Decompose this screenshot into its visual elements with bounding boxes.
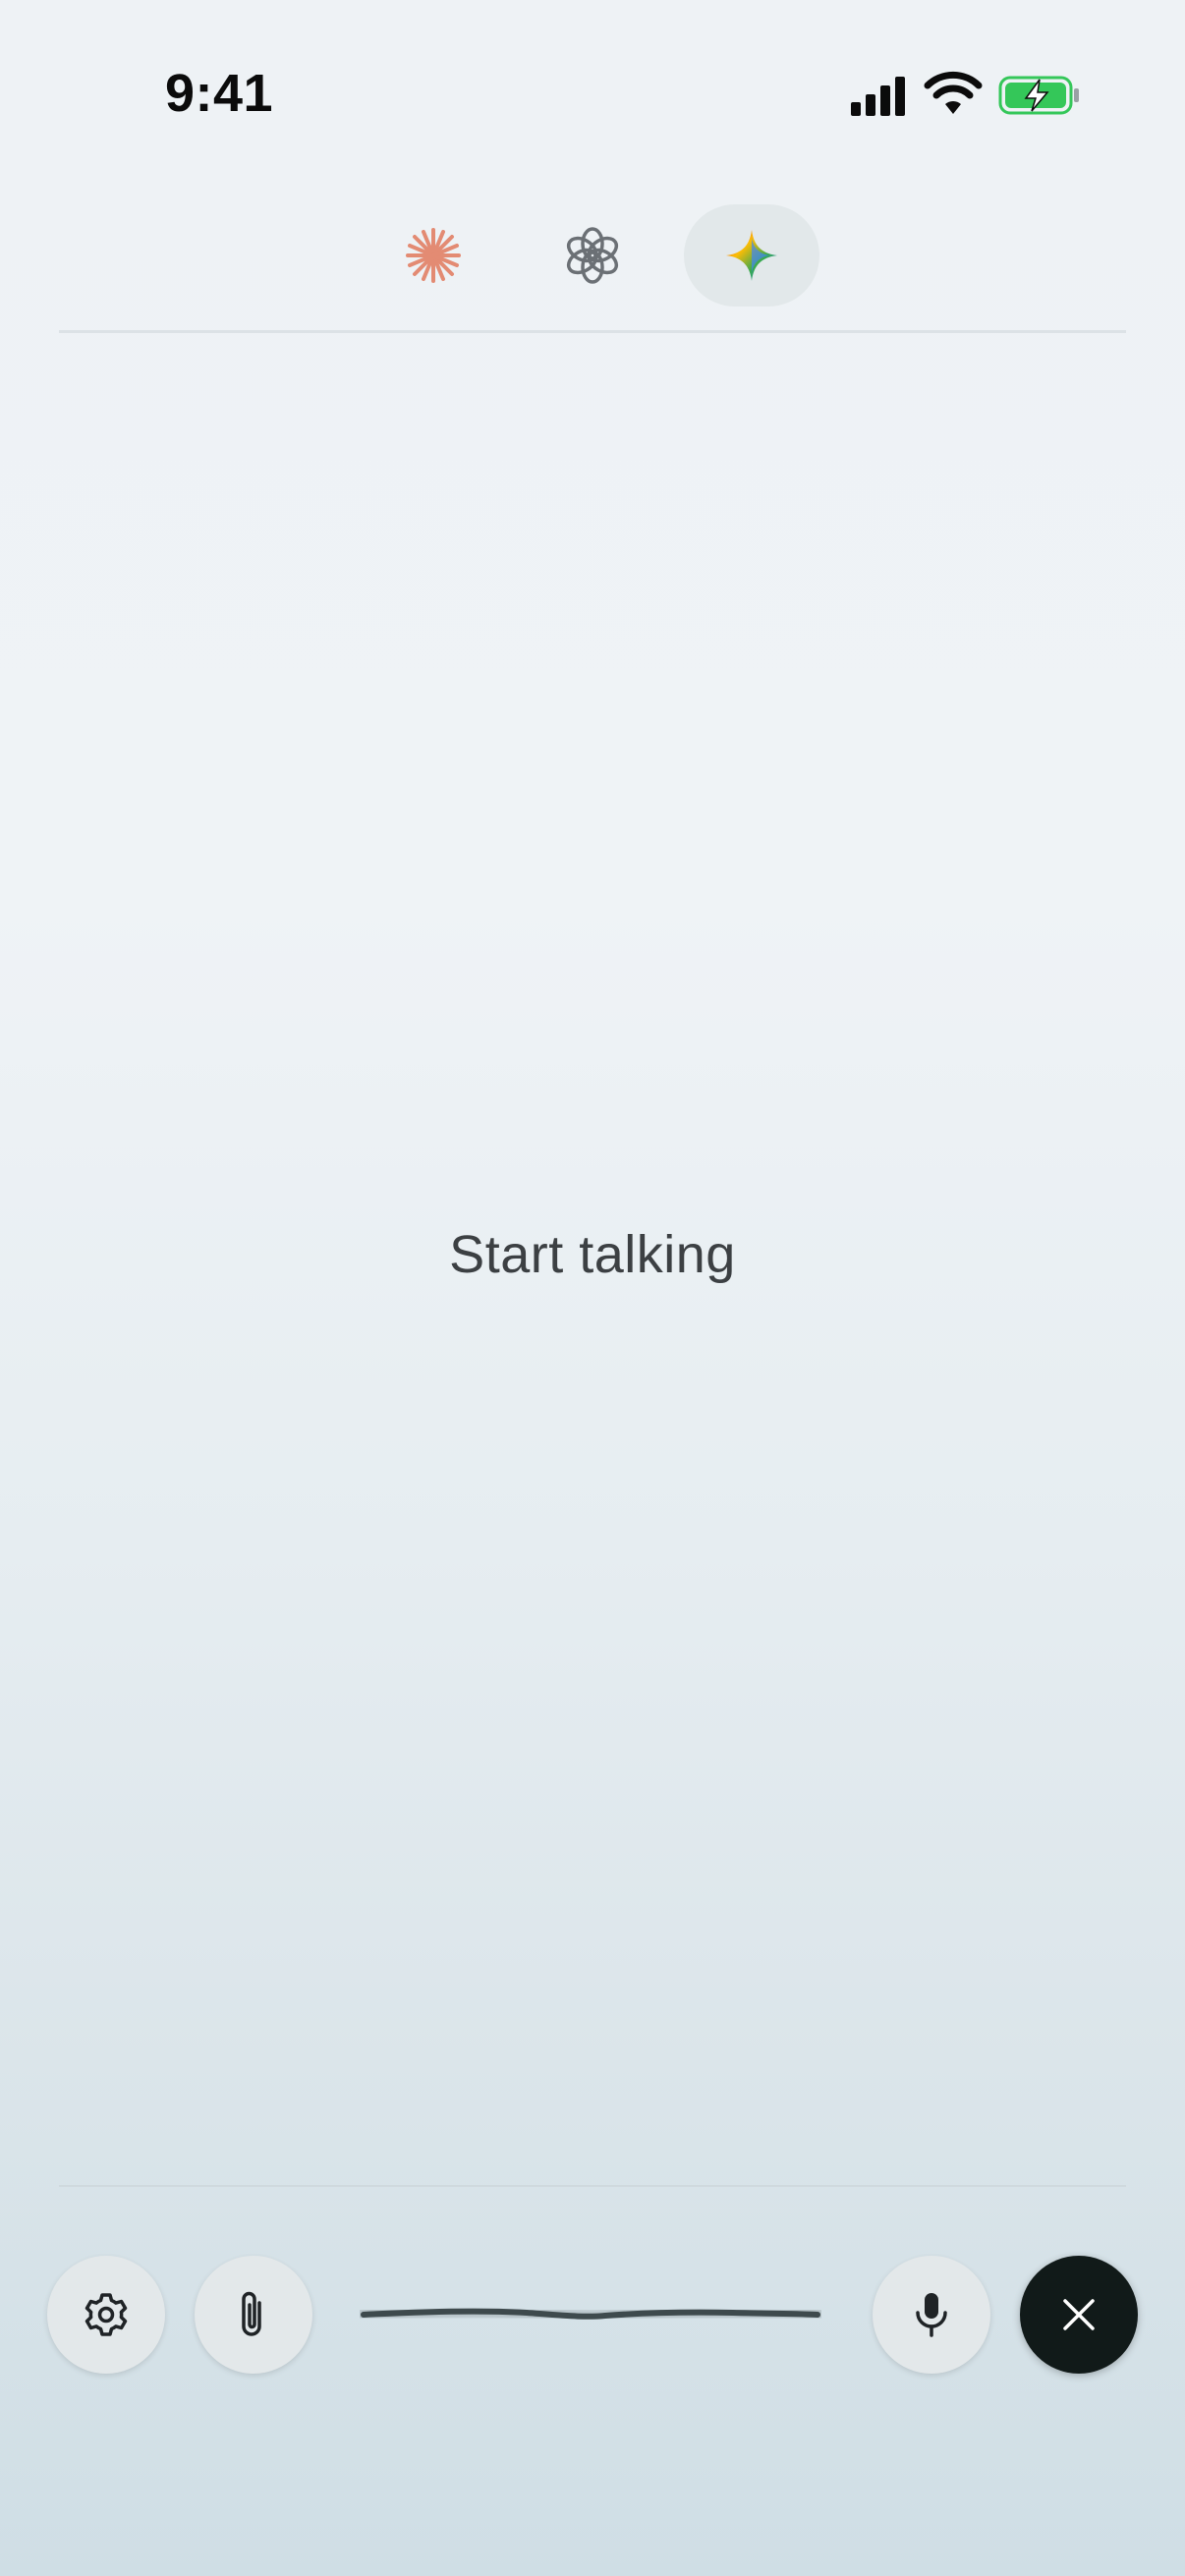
cellular-signal-icon — [851, 77, 905, 116]
bottom-divider — [59, 2185, 1126, 2187]
status-time: 9:41 — [165, 64, 274, 123]
microphone-icon — [916, 2293, 947, 2337]
audio-waveform — [360, 2303, 821, 2324]
close-icon — [1063, 2299, 1095, 2330]
openai-knot-icon — [566, 227, 619, 284]
model-tab-gemini[interactable] — [684, 204, 819, 307]
close-button[interactable] — [1020, 2256, 1138, 2374]
model-tab-claude[interactable] — [366, 204, 501, 307]
model-tab-chatgpt[interactable] — [525, 204, 660, 307]
status-bar: 9:41 — [0, 0, 1185, 187]
gear-icon — [85, 2293, 128, 2336]
start-talking-prompt: Start talking — [449, 1225, 736, 1284]
model-switcher — [0, 204, 1185, 308]
microphone-button[interactable] — [873, 2256, 990, 2374]
claude-sparkle-icon — [406, 228, 461, 283]
top-divider — [59, 330, 1126, 333]
wifi-icon — [924, 71, 983, 114]
battery-charging-icon — [998, 76, 1079, 115]
attach-button[interactable] — [195, 2256, 312, 2374]
paperclip-icon — [242, 2291, 261, 2336]
settings-button[interactable] — [47, 2256, 165, 2374]
gemini-star-icon — [726, 230, 777, 281]
